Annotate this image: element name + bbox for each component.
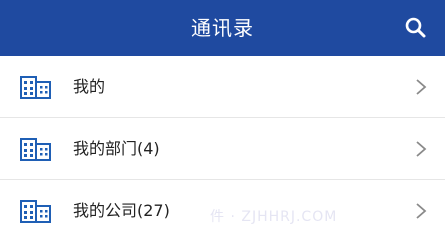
chevron-right-icon bbox=[416, 79, 427, 95]
search-icon bbox=[405, 17, 426, 38]
list-item-my-department[interactable]: 我的部门(4) bbox=[0, 118, 445, 180]
list-item-mine[interactable]: 我的 bbox=[0, 56, 445, 118]
building-icon bbox=[20, 76, 51, 99]
search-button[interactable] bbox=[403, 15, 429, 41]
watermark: 件 · ZJHHRJ.COM bbox=[210, 209, 338, 225]
chevron-right-icon bbox=[416, 141, 427, 157]
page-title: 通讯录 bbox=[191, 16, 254, 40]
building-icon bbox=[20, 200, 51, 223]
chevron-right-icon bbox=[416, 203, 427, 219]
app-header: 通讯录 bbox=[0, 0, 445, 56]
list-item-label: 我的 bbox=[73, 77, 106, 96]
contacts-screen: 通讯录 我的 我的部门(4) 我的公司(27) 件 · ZJHHRJ.COM bbox=[0, 0, 445, 240]
list-item-label: 我的部门(4) bbox=[73, 139, 160, 158]
list-item-label: 我的公司(27) bbox=[73, 201, 170, 220]
building-icon bbox=[20, 138, 51, 161]
